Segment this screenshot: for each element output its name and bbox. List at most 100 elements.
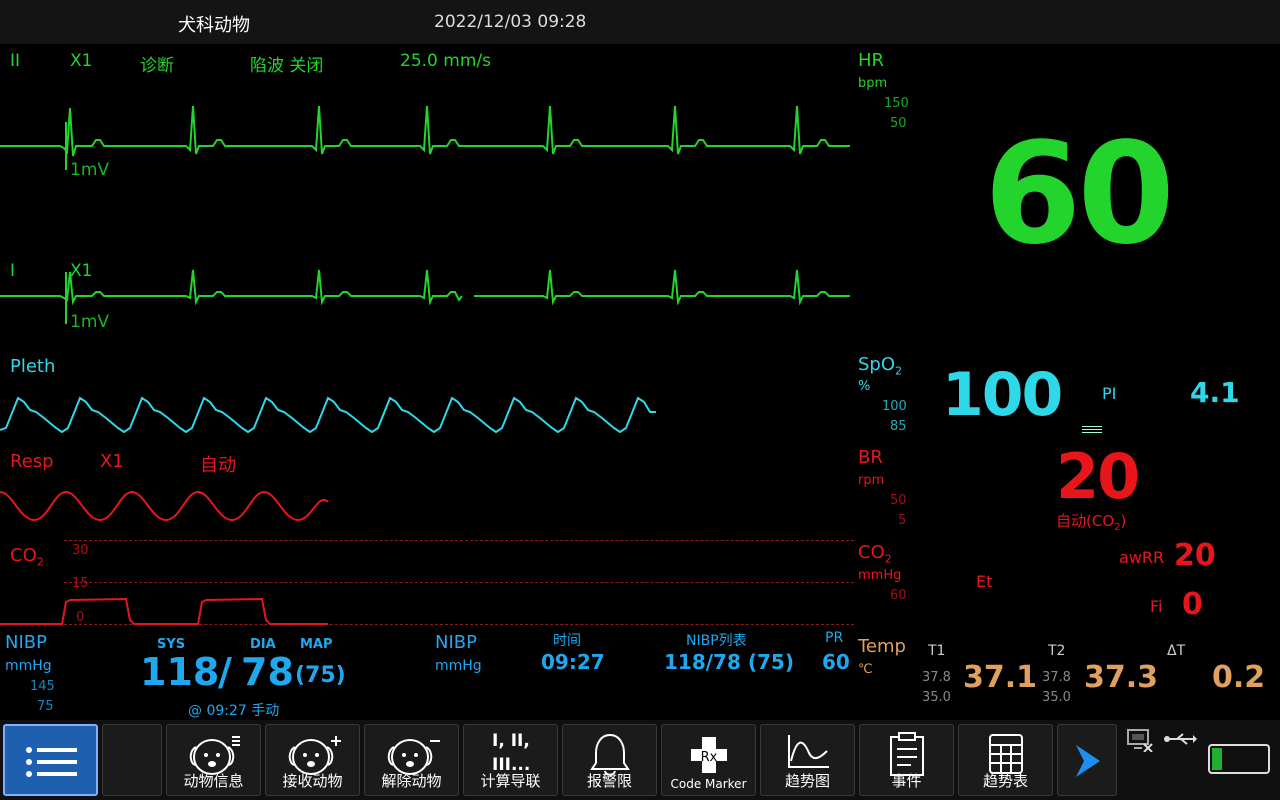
hr-limit-low[interactable]: 50 — [890, 116, 907, 131]
svg-text:Rx: Rx — [700, 750, 717, 765]
t1-label[interactable]: T1 — [928, 643, 945, 659]
network-icon — [1127, 729, 1153, 752]
fico2-label[interactable]: Fi — [1150, 597, 1162, 616]
co2-limit[interactable]: 60 — [890, 588, 907, 603]
map-label: MAP — [300, 637, 333, 652]
discharge-label: 解除动物 — [381, 772, 442, 790]
code-marker-button[interactable]: Rx Code Marker — [661, 724, 756, 796]
delta-t-value[interactable]: 0.2 — [1212, 660, 1265, 695]
nibp-map-value[interactable]: (75) — [295, 663, 346, 688]
t2-limit-low[interactable]: 35.0 — [1042, 690, 1071, 705]
t2-label[interactable]: T2 — [1048, 643, 1065, 659]
ecg-lead-i-waveform — [0, 269, 850, 324]
resp-label[interactable]: Resp — [10, 451, 54, 472]
spo2-unit: % — [858, 379, 871, 394]
ecg-lead-label[interactable]: II — [10, 51, 20, 71]
resp-gain[interactable]: X1 — [100, 451, 124, 472]
t1-value[interactable]: 37.1 — [963, 660, 1037, 695]
nibp-sys-value[interactable]: 118 — [140, 650, 219, 694]
department-label[interactable]: 犬科动物 — [178, 11, 250, 37]
rx-cross-icon: Rx — [690, 737, 727, 773]
trend-table-label: 趋势表 — [982, 772, 1028, 790]
nibp-label[interactable]: NIBP — [5, 632, 47, 653]
hr-value[interactable]: 60 — [984, 120, 1175, 270]
calc-leads-label: 计算导联 — [480, 772, 541, 790]
ecg-scale-label: 1mV — [70, 160, 110, 180]
datetime-label[interactable]: 2022/12/03 09:28 — [434, 12, 586, 32]
resp-mode[interactable]: 自动 — [200, 451, 236, 477]
temp-unit: ℃ — [858, 662, 873, 677]
usb-icon — [1164, 733, 1197, 745]
t2-limit-high[interactable]: 37.8 — [1042, 670, 1071, 685]
co2-unit: mmHg — [858, 568, 902, 583]
t1-limit-low[interactable]: 35.0 — [922, 690, 951, 705]
pleth-waveform — [0, 396, 656, 434]
ecg-speed-label[interactable]: 25.0 mm/s — [400, 51, 491, 71]
spo2-limit-low[interactable]: 85 — [890, 419, 907, 434]
ecg-notch-label[interactable]: 陷波 关闭 — [250, 51, 323, 76]
hr-label[interactable]: HR — [858, 50, 884, 71]
t1-limit-high[interactable]: 37.8 — [922, 670, 951, 685]
co2-gridline-mid — [64, 582, 854, 583]
nibp-list-time-value: 09:27 — [541, 650, 605, 674]
events-label: 事件 — [891, 772, 922, 790]
main-menu-button[interactable] — [3, 724, 98, 796]
alarm-limits-button[interactable]: 报警限 — [562, 724, 657, 796]
co2-wave-label[interactable]: CO2 — [10, 545, 44, 569]
co2-scale-mid: 15 — [72, 576, 89, 591]
nibp-limit-high[interactable]: 145 — [30, 679, 55, 694]
ecg-scale2-label: 1mV — [70, 312, 110, 332]
co2-scale-top: 30 — [72, 543, 89, 558]
br-limit-high[interactable]: 50 — [890, 493, 907, 508]
nibp-list-value: 118/78 (75) — [664, 650, 794, 674]
nibp-separator: / — [218, 650, 232, 694]
discharge-button[interactable]: 解除动物 — [364, 724, 459, 796]
bottom-toolbar: 动物信息 接收动物 解除动物 I, II, III... 计算导联 报警限 Rx… — [0, 720, 1280, 800]
co2-label[interactable]: CO2 — [858, 542, 892, 566]
pi-value[interactable]: 4.1 — [1190, 376, 1240, 409]
fico2-value[interactable]: 0 — [1182, 587, 1203, 622]
br-label[interactable]: BR — [858, 447, 883, 468]
temp-label[interactable]: Temp — [858, 636, 906, 657]
trend-table-button[interactable]: 趋势表 — [958, 724, 1053, 796]
code-marker-label: Code Marker — [670, 777, 747, 791]
t2-value[interactable]: 37.3 — [1084, 660, 1158, 695]
etco2-label[interactable]: Et — [976, 572, 992, 591]
hr-limit-high[interactable]: 150 — [884, 96, 909, 111]
nibp-list-header: NIBP列表 — [686, 633, 747, 649]
ecg-mode-label[interactable]: 诊断 — [140, 51, 174, 76]
calc-leads-button[interactable]: I, II, III... 计算导联 — [463, 724, 558, 796]
br-source[interactable]: 自动(CO2) — [1056, 510, 1126, 533]
br-limit-low[interactable]: 5 — [898, 513, 906, 528]
nibp-dia-value[interactable]: 78 — [241, 650, 294, 694]
patient-info-label: 动物信息 — [183, 772, 244, 790]
nibp-list-unit: mmHg — [435, 658, 482, 674]
spo2-label[interactable]: SpO2 — [858, 354, 902, 378]
spo2-value[interactable]: 100 — [942, 360, 1063, 430]
pr-value: 60 — [822, 650, 850, 674]
nibp-unit: mmHg — [5, 658, 52, 674]
resp-waveform — [0, 490, 329, 522]
events-button[interactable]: 事件 — [859, 724, 954, 796]
next-page-button[interactable] — [1057, 724, 1117, 796]
admit-button[interactable]: 接收动物 — [265, 724, 360, 796]
pi-label[interactable]: PI — [1102, 384, 1116, 403]
br-value[interactable]: 20 — [1056, 440, 1140, 513]
ecg-gain-label[interactable]: X1 — [70, 51, 92, 71]
hr-unit: bpm — [858, 76, 888, 91]
trend-graph-button[interactable]: 趋势图 — [760, 724, 855, 796]
admit-label: 接收动物 — [282, 772, 343, 790]
nibp-list-title[interactable]: NIBP — [435, 632, 477, 653]
nibp-limit-low[interactable]: 75 — [37, 699, 54, 714]
pleth-label[interactable]: Pleth — [10, 356, 55, 377]
delta-t-label[interactable]: ΔT — [1167, 643, 1185, 659]
signal-quality-icon — [1082, 426, 1102, 433]
blank-button[interactable] — [102, 724, 162, 796]
battery-icon — [1208, 744, 1270, 774]
patient-info-button[interactable]: 动物信息 — [166, 724, 261, 796]
chevron-right-icon — [1076, 745, 1100, 777]
trend-graph-label: 趋势图 — [784, 772, 830, 790]
awrr-label[interactable]: awRR — [1119, 548, 1164, 567]
spo2-limit-high[interactable]: 100 — [882, 399, 907, 414]
awrr-value[interactable]: 20 — [1174, 538, 1216, 573]
